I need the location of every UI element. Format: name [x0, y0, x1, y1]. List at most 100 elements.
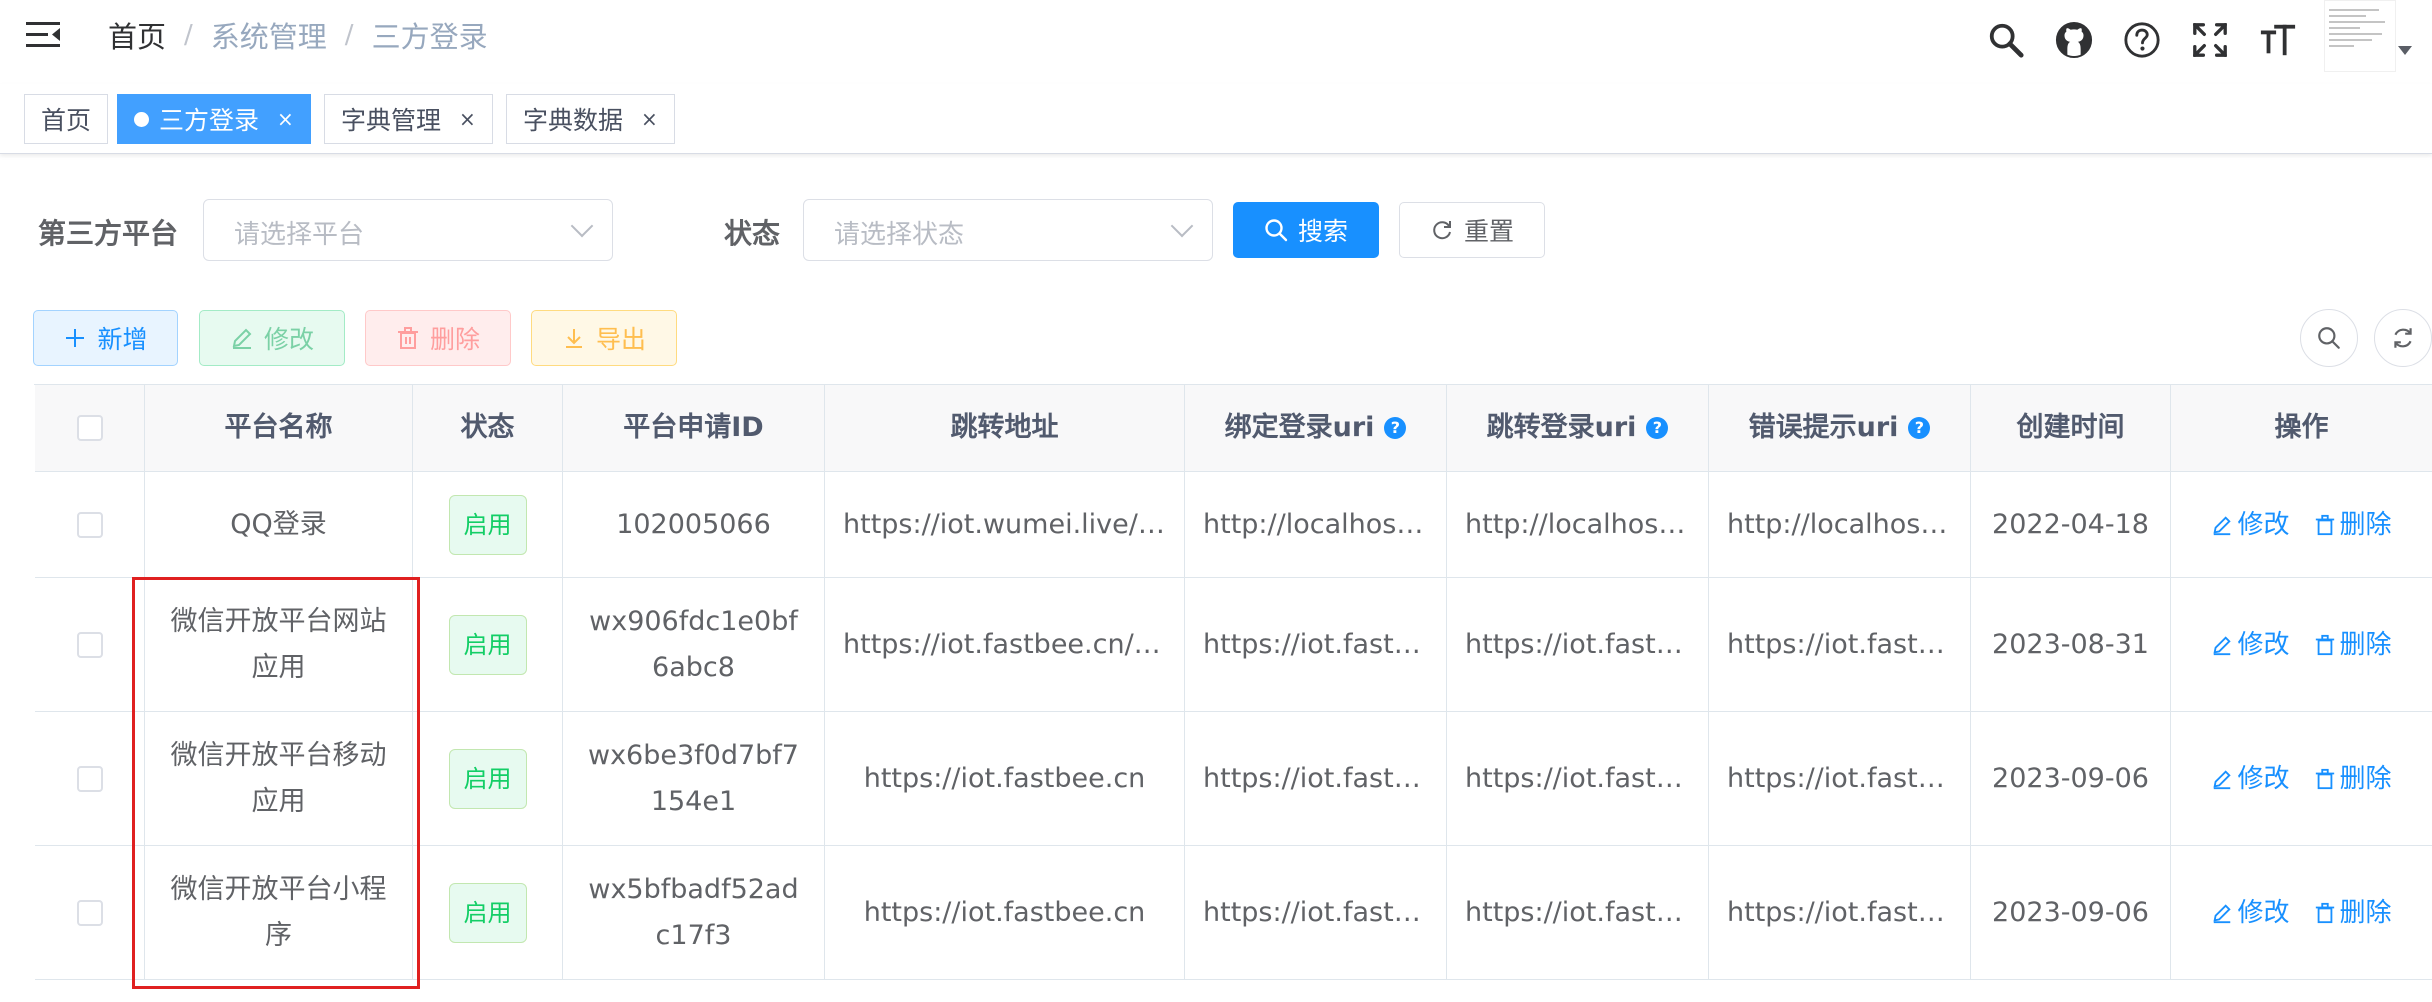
chevron-down-icon: [570, 214, 594, 238]
select-all-cell: [35, 385, 145, 471]
cell-platform-name: 微信开放平台小程序: [145, 846, 413, 979]
select-all-checkbox[interactable]: [76, 415, 103, 441]
github-icon[interactable]: [2052, 18, 2096, 62]
row-checkbox[interactable]: [76, 631, 103, 658]
question-icon[interactable]: ?: [1384, 417, 1407, 439]
reset-button-label: 重置: [1463, 217, 1514, 246]
add-button[interactable]: 新增: [33, 310, 178, 366]
fullscreen-icon[interactable]: [2188, 18, 2232, 62]
close-icon[interactable]: ×: [641, 107, 658, 131]
app-id-text: 102005066: [616, 508, 771, 540]
header-platform-name: 平台名称: [145, 385, 413, 471]
delete-button[interactable]: 删除: [365, 310, 511, 366]
breadcrumb-home[interactable]: 首页: [108, 14, 166, 56]
header-redirect-url: 跳转地址: [825, 385, 1185, 471]
row-checkbox[interactable]: [76, 511, 103, 538]
table-row: 微信开放平台小程序 启用 wx5bfbadf52adc17f3 https://…: [35, 846, 2432, 980]
edit-icon: [232, 328, 252, 349]
row-edit-button[interactable]: 修改: [2211, 756, 2290, 802]
trash-icon: [2315, 902, 2334, 923]
tag-home[interactable]: 首页: [24, 94, 109, 144]
row-edit-label: 修改: [2237, 897, 2290, 928]
reset-button[interactable]: 重置: [1399, 202, 1545, 258]
error-uri-text: https://iot.fastb…: [1727, 628, 1952, 660]
row-delete-label: 删除: [2339, 629, 2392, 660]
cell-redirect-url: https://iot.fastbee.cn: [825, 712, 1185, 845]
breadcrumb-current: 三方登录: [371, 20, 488, 54]
user-avatar-dropdown[interactable]: [2324, 0, 2420, 80]
trash-icon: [397, 327, 418, 349]
edit-button-label: 修改: [263, 325, 314, 354]
caret-down-icon: [2398, 46, 2412, 55]
close-icon[interactable]: ×: [277, 107, 294, 131]
error-uri-text: http://localhost/…: [1727, 508, 1952, 540]
row-delete-button[interactable]: 删除: [2314, 502, 2392, 548]
hamburger-icon[interactable]: [26, 20, 62, 50]
header-error-uri: 错误提示uri ?: [1709, 385, 1971, 471]
cell-app-id: 102005066: [563, 472, 825, 577]
cell-app-id: wx906fdc1e0bf6abc8: [563, 578, 825, 711]
table-row: QQ登录 启用 102005066 https://iot.wumei.live…: [35, 472, 2432, 578]
status-select[interactable]: 请选择状态: [803, 199, 1213, 261]
refresh-table-button[interactable]: [2374, 309, 2432, 367]
platform-label: 第三方平台: [38, 217, 179, 250]
error-uri-text: https://iot.fastb…: [1727, 762, 1952, 794]
header-created-time: 创建时间: [1971, 385, 2171, 471]
cell-bind-uri: https://iot.fastb…: [1185, 846, 1447, 979]
row-delete-button[interactable]: 删除: [2314, 890, 2392, 936]
cell-bind-uri: https://iot.fastb…: [1185, 578, 1447, 711]
redirect-login-uri-text: https://iot.fastb…: [1465, 896, 1690, 928]
tag-dict-data[interactable]: 字典数据 ×: [506, 94, 675, 144]
export-button[interactable]: 导出: [531, 310, 677, 366]
row-edit-button[interactable]: 修改: [2211, 622, 2290, 668]
app-id-text: wx5bfbadf52adc17f3: [588, 873, 799, 951]
toggle-search-button[interactable]: [2300, 309, 2358, 367]
question-icon[interactable]: [2120, 18, 2164, 62]
redirect-login-uri-text: http://localhost/…: [1465, 508, 1690, 540]
app-id-text: wx6be3f0d7bf7154e1: [588, 739, 799, 817]
row-checkbox[interactable]: [76, 765, 103, 792]
cell-operations: 修改 删除: [2171, 712, 2432, 845]
tag-dict-manage[interactable]: 字典管理 ×: [324, 94, 493, 144]
plus-icon: [66, 329, 85, 347]
row-edit-button[interactable]: 修改: [2211, 502, 2290, 548]
question-icon[interactable]: ?: [1908, 417, 1931, 439]
platform-select[interactable]: 请选择平台: [203, 199, 613, 261]
table-header-row: 平台名称 状态 平台申请ID 跳转地址 绑定登录uri ? 跳转登录uri ? …: [35, 385, 2432, 472]
cell-status: 启用: [413, 472, 563, 577]
platform-name-text: 微信开放平台网站应用: [170, 605, 387, 683]
cell-redirect-url: https://iot.fastbee.cn: [825, 846, 1185, 979]
row-checkbox[interactable]: [76, 899, 103, 926]
row-select-cell: [35, 578, 145, 711]
cell-app-id: wx6be3f0d7bf7154e1: [563, 712, 825, 845]
status-badge: 启用: [448, 614, 527, 675]
redirect-url-text: https://iot.fastbee.cn/pr…: [843, 628, 1166, 660]
question-icon[interactable]: ?: [1646, 417, 1669, 439]
header-redirect-login-uri: 跳转登录uri ?: [1447, 385, 1709, 471]
trash-icon: [2315, 514, 2334, 535]
status-badge: 启用: [448, 494, 527, 555]
font-size-icon[interactable]: [2256, 18, 2300, 62]
breadcrumb-system[interactable]: 系统管理: [211, 14, 327, 56]
right-menu: [1984, 0, 2432, 72]
redirect-login-uri-text: https://iot.fastb…: [1465, 628, 1690, 660]
row-edit-button[interactable]: 修改: [2211, 890, 2290, 936]
row-delete-button[interactable]: 删除: [2314, 622, 2392, 668]
search-icon[interactable]: [1984, 18, 2028, 62]
row-select-cell: [35, 712, 145, 845]
delete-button-label: 删除: [429, 325, 480, 354]
status-badge: 启用: [448, 882, 527, 943]
tag-third-party-login[interactable]: 三方登录 ×: [117, 94, 311, 144]
close-icon[interactable]: ×: [459, 107, 476, 131]
row-edit-label: 修改: [2237, 629, 2290, 660]
search-icon: [1265, 219, 1288, 242]
row-delete-button[interactable]: 删除: [2314, 756, 2392, 802]
platform-name-text: 微信开放平台小程序: [170, 873, 387, 951]
cell-platform-name: 微信开放平台网站应用: [145, 578, 413, 711]
cell-app-id: wx5bfbadf52adc17f3: [563, 846, 825, 979]
header-app-id: 平台申请ID: [563, 385, 825, 471]
header-bind-uri: 绑定登录uri ?: [1185, 385, 1447, 471]
edit-button[interactable]: 修改: [199, 310, 345, 366]
search-button[interactable]: 搜索: [1233, 202, 1379, 258]
tag-label: 字典数据: [523, 106, 624, 135]
